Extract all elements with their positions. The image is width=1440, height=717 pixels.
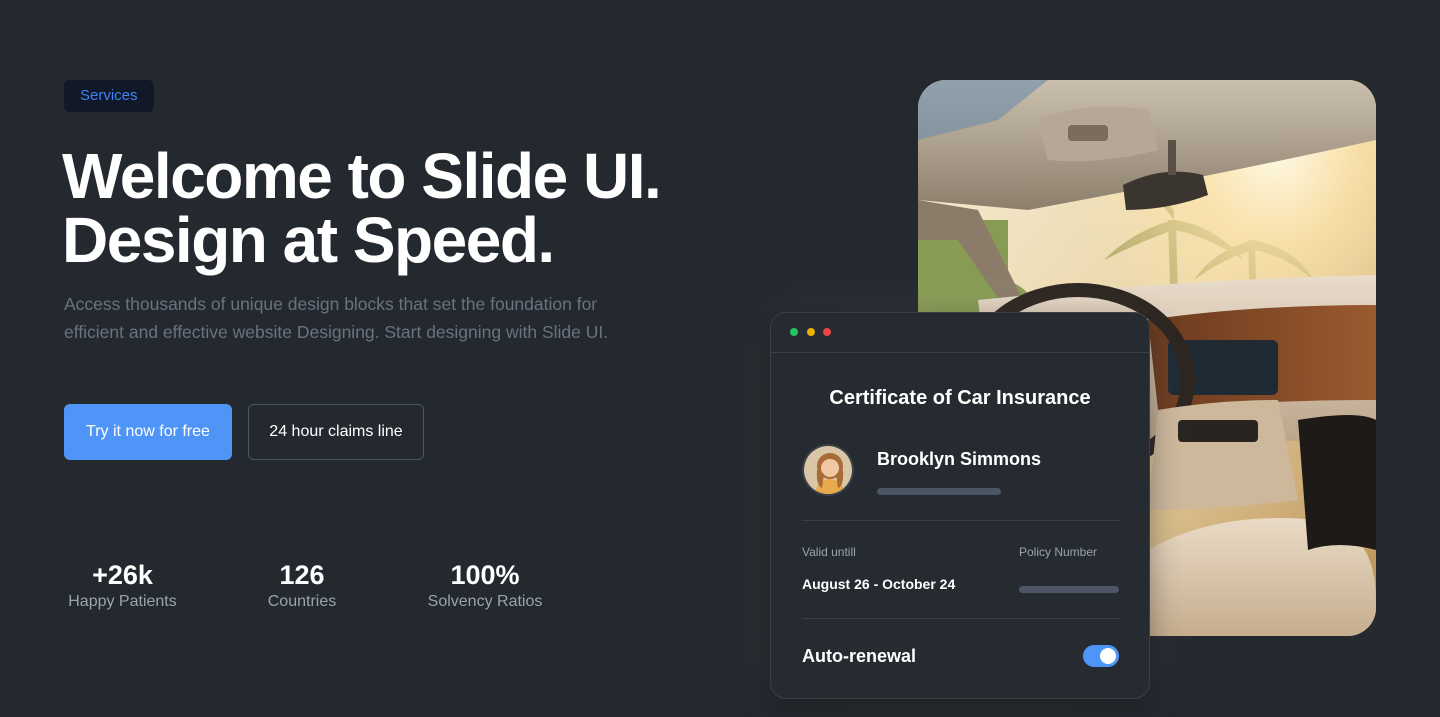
auto-renewal-toggle[interactable] [1083, 645, 1119, 667]
policy-number-label: Policy Number [1019, 545, 1098, 559]
stat-solvency: 100% Solvency Ratios [422, 558, 548, 611]
try-free-button[interactable]: Try it now for free [64, 404, 232, 460]
divider [802, 520, 1120, 521]
stat-value: 126 [279, 560, 325, 590]
valid-until-value: August 26 - October 24 [802, 576, 956, 592]
stat-label: Countries [267, 593, 337, 610]
stat-countries: 126 Countries [262, 558, 342, 611]
stat-value: 100% [450, 560, 520, 590]
stat-label: Happy Patients [68, 593, 177, 610]
green-dot-icon [790, 328, 798, 336]
window-titlebar [771, 313, 1149, 353]
policy-number-skeleton [1019, 586, 1119, 593]
red-dot-icon [823, 328, 831, 336]
hero-headline: Welcome to Slide UI. Design at Speed. [62, 140, 662, 276]
card-title: Certificate of Car Insurance [829, 387, 1091, 409]
hero-description: Access thousands of unique design blocks… [64, 294, 609, 342]
insurance-card: Certificate of Car Insurance Brooklyn Si… [770, 312, 1150, 699]
person-name: Brooklyn Simmons [877, 449, 1042, 469]
yellow-dot-icon [807, 328, 815, 336]
avatar [802, 444, 854, 496]
stat-happy-patients: +26k Happy Patients [64, 558, 181, 611]
stat-value: +26k [92, 560, 153, 590]
headline-line-1: Welcome to Slide UI. [62, 140, 662, 212]
claims-line-button[interactable]: 24 hour claims line [248, 404, 424, 460]
valid-until-label: Valid untill [802, 545, 856, 559]
headline-line-2: Design at Speed. [62, 204, 555, 276]
services-badge: Services [64, 80, 154, 112]
stat-label: Solvency Ratios [427, 593, 543, 610]
auto-renewal-label: Auto-renewal [802, 646, 917, 666]
toggle-knob [1100, 648, 1116, 664]
divider [802, 618, 1120, 619]
skeleton-line [877, 488, 1001, 495]
